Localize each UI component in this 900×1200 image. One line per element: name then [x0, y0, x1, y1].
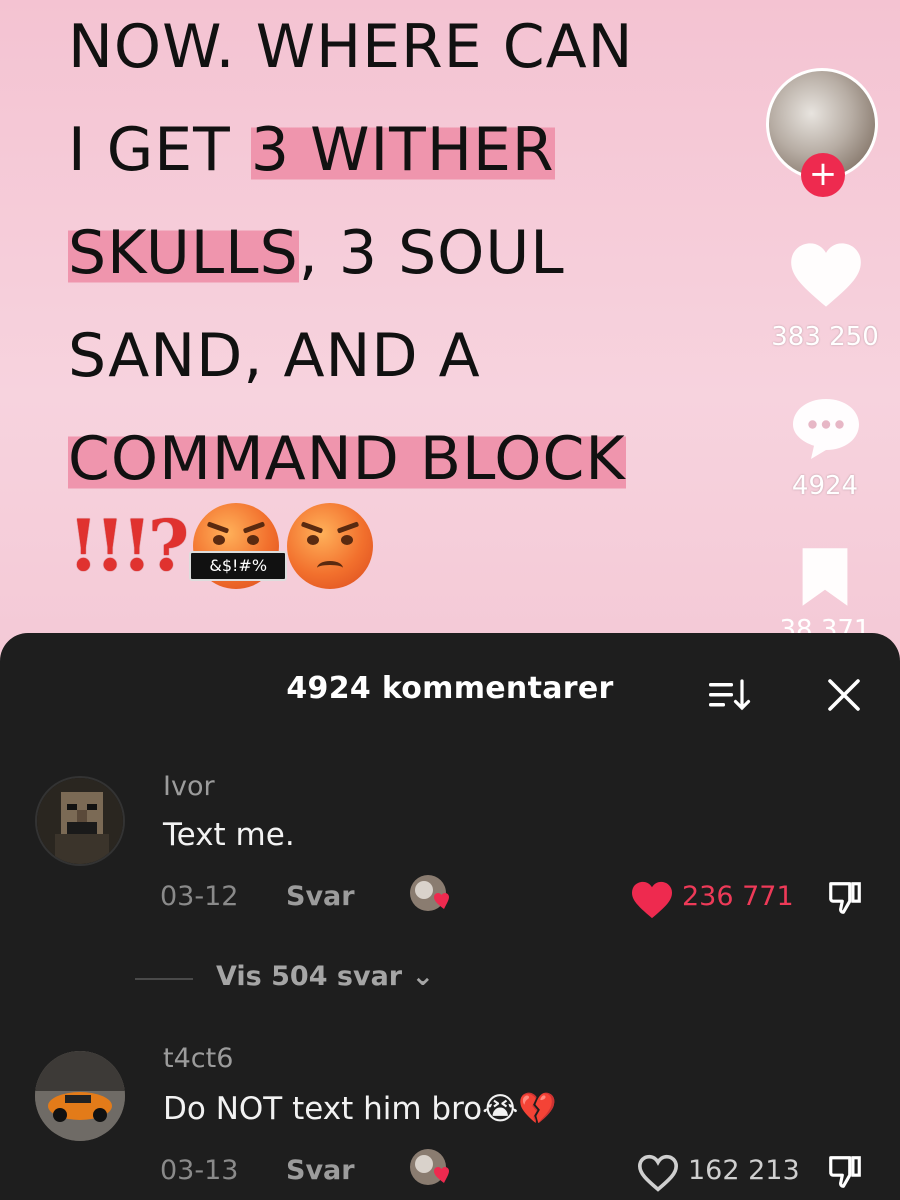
villager-avatar-icon	[37, 778, 123, 864]
thumbs-down-icon[interactable]	[826, 879, 864, 917]
heart-icon[interactable]	[630, 880, 674, 920]
comment-username[interactable]: t4ct6	[163, 1043, 233, 1074]
replies-divider	[135, 978, 193, 980]
comments-title: 4924 kommentarer	[286, 671, 614, 706]
like-count: 383 250	[771, 322, 879, 352]
car-avatar-icon	[35, 1051, 125, 1141]
comment-date: 03-13	[160, 1155, 239, 1186]
exclaim-row: !!!? &$!#%	[68, 498, 374, 593]
reply-button[interactable]: Svar	[286, 1155, 355, 1186]
caption-line-1: NOW. WHERE CAN	[68, 12, 634, 82]
reply-button[interactable]: Svar	[286, 881, 355, 912]
caption-line-5: COMMAND BLOCK	[68, 424, 626, 494]
follow-button[interactable]: +	[801, 153, 845, 197]
view-replies-button[interactable]: Vis 504 svar ⌄	[216, 961, 434, 992]
caption-line-3: SKULLS, 3 SOUL	[68, 218, 565, 288]
video-area[interactable]: NOW. WHERE CAN I GET 3 WITHER SKULLS, 3 …	[0, 0, 900, 660]
bookmark-icon[interactable]	[797, 545, 853, 609]
comment-username[interactable]: Ivor	[163, 771, 215, 802]
cursing-face-emoji: &$!#%	[189, 502, 288, 589]
comments-sheet: 4924 kommentarer Ivor Text me. 03-12 Sva…	[0, 633, 900, 1200]
comment-like-count: 162 213	[688, 1155, 800, 1186]
close-icon[interactable]	[822, 673, 866, 717]
exclamation-marks: !!!?	[68, 504, 189, 587]
heart-icon[interactable]	[636, 1153, 680, 1193]
censor-bar: &$!#%	[189, 550, 288, 581]
creator-liked-icon	[410, 875, 449, 911]
comment-count: 4924	[791, 471, 859, 501]
comment-text: Text me.	[163, 817, 295, 853]
caption-line-4: SAND, AND A	[68, 321, 481, 391]
sort-icon[interactable]	[707, 675, 751, 715]
comment-avatar[interactable]	[35, 776, 125, 866]
comment-like-count: 236 771	[682, 881, 794, 912]
heart-icon[interactable]	[788, 238, 864, 312]
video-caption: NOW. WHERE CAN I GET 3 WITHER SKULLS, 3 …	[68, 0, 768, 511]
comment-avatar[interactable]	[35, 1051, 125, 1141]
comment-text: Do NOT text him bro😭💔	[163, 1091, 557, 1127]
creator-liked-icon	[410, 1149, 449, 1185]
comment-date: 03-12	[160, 881, 239, 912]
comment-bubble-icon[interactable]	[790, 396, 862, 462]
angry-face-emoji	[287, 502, 374, 589]
thumbs-down-icon[interactable]	[826, 1153, 864, 1191]
caption-line-2: I GET 3 WITHER	[68, 115, 555, 185]
